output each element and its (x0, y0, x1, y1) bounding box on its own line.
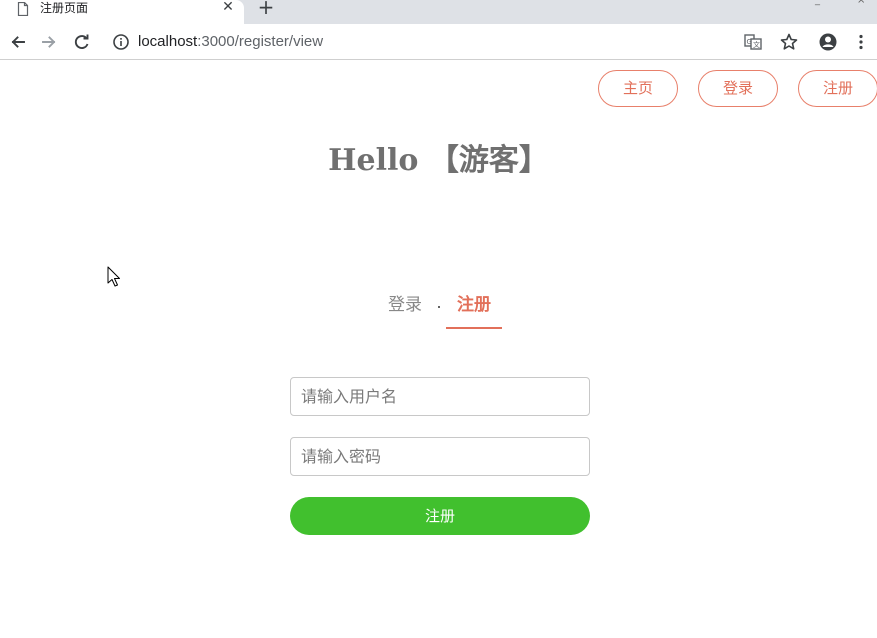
url-host: localhost (138, 33, 198, 50)
close-icon[interactable]: ✕ (221, 0, 235, 16)
url-path: :3000/register/view (197, 33, 324, 50)
file-icon (17, 1, 29, 17)
username-input[interactable] (290, 377, 590, 416)
forward-icon[interactable] (38, 31, 60, 53)
browser-tab[interactable]: 注册页面 ✕ (0, 0, 244, 24)
page-content: 主页 登录 注册 Hello 【游客】 登录 注册 注册 (0, 61, 877, 638)
active-tab-indicator (446, 327, 502, 329)
auth-tabs: 登录 注册 (0, 293, 877, 333)
register-submit-button[interactable]: 注册 (290, 497, 590, 535)
page-title: Hello 【游客】 (0, 141, 877, 181)
mouse-cursor-icon (107, 266, 121, 288)
minimize-icon[interactable]: _ (815, 0, 820, 6)
greeting-user: 【游客】 (428, 143, 549, 178)
reload-icon[interactable] (71, 31, 93, 53)
tab-register[interactable]: 注册 (446, 293, 502, 317)
account-icon[interactable] (817, 31, 839, 53)
new-tab-button[interactable]: + (257, 0, 275, 17)
svg-text:G: G (747, 38, 752, 46)
tab-title: 注册页面 (40, 1, 89, 15)
tab-separator (438, 306, 440, 308)
browser-toolbar: localhost:3000/register/view G文 (0, 24, 877, 60)
url-text[interactable]: localhost:3000/register/view (138, 31, 323, 53)
info-icon[interactable] (112, 33, 130, 51)
nav-register-button[interactable]: 注册 (798, 70, 877, 107)
tab-login[interactable]: 登录 (374, 293, 436, 317)
back-icon[interactable] (7, 31, 29, 53)
browser-tabstrip: 注册页面 ✕ + _ ⨯ (0, 0, 877, 24)
password-input[interactable] (290, 437, 590, 476)
window-close-icon[interactable]: ⨯ (857, 0, 865, 6)
nav-home-button[interactable]: 主页 (598, 70, 678, 107)
translate-icon[interactable]: G文 (742, 31, 764, 53)
star-icon[interactable] (778, 31, 800, 53)
nav-login-button[interactable]: 登录 (698, 70, 778, 107)
greeting-hello: Hello (328, 143, 419, 178)
address-bar[interactable]: localhost:3000/register/view (112, 31, 712, 53)
window-controls: _ ⨯ (811, 0, 871, 6)
svg-text:文: 文 (753, 40, 760, 49)
menu-icon[interactable] (850, 31, 872, 53)
